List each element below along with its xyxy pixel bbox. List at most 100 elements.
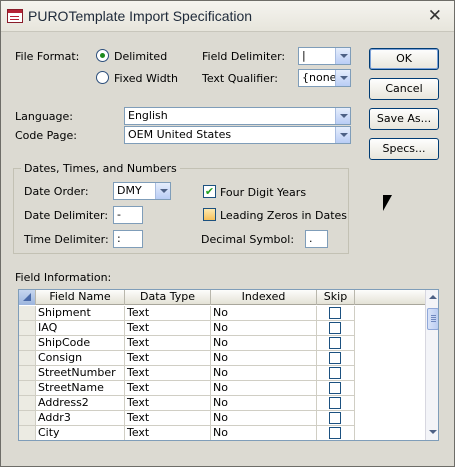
decimal-symbol-input[interactable]: . bbox=[305, 230, 328, 248]
skip-checkbox[interactable] bbox=[329, 367, 341, 379]
indexed-cell[interactable]: No bbox=[211, 306, 317, 321]
field-delimiter-label: Field Delimiter: bbox=[202, 50, 286, 63]
column-header-data-type[interactable]: Data Type bbox=[125, 290, 211, 305]
row-selector[interactable] bbox=[19, 411, 36, 426]
specs-button[interactable]: Specs... bbox=[369, 138, 439, 160]
close-icon[interactable]: ✕ bbox=[428, 6, 442, 26]
indexed-cell[interactable]: No bbox=[211, 396, 317, 411]
language-value: English bbox=[128, 109, 168, 122]
code-page-combo[interactable]: OEM United States bbox=[124, 126, 351, 144]
four-digit-years-checkbox[interactable]: ✔ bbox=[203, 185, 216, 198]
field-information-grid[interactable]: Field Name Data Type Indexed Skip Shipme… bbox=[18, 289, 439, 441]
field-delimiter-value: | bbox=[302, 49, 306, 62]
indexed-cell[interactable]: No bbox=[211, 381, 317, 396]
indexed-cell[interactable]: No bbox=[211, 336, 317, 351]
data-type-cell[interactable]: Text bbox=[125, 396, 211, 411]
text-qualifier-combo[interactable]: {none} bbox=[298, 69, 351, 87]
skip-checkbox[interactable] bbox=[329, 382, 341, 394]
skip-checkbox[interactable] bbox=[329, 352, 341, 364]
field-name-cell[interactable]: ShipCode bbox=[36, 336, 125, 351]
table-row[interactable]: IAQ Text No bbox=[19, 321, 425, 336]
table-row[interactable]: StreetName Text No bbox=[19, 381, 425, 396]
field-name-cell[interactable]: Shipment bbox=[36, 306, 125, 321]
indexed-cell[interactable]: No bbox=[211, 426, 317, 440]
field-name-cell[interactable]: Addr3 bbox=[36, 411, 125, 426]
field-delimiter-combo[interactable]: | bbox=[298, 47, 351, 65]
data-type-cell[interactable]: Text bbox=[125, 306, 211, 321]
grid-header: Field Name Data Type Indexed Skip bbox=[19, 290, 425, 305]
save-as-button[interactable]: Save As... bbox=[369, 108, 439, 130]
indexed-cell[interactable]: No bbox=[211, 411, 317, 426]
field-name-cell[interactable]: Address2 bbox=[36, 396, 125, 411]
data-type-cell[interactable]: Text bbox=[125, 321, 211, 336]
column-header-skip[interactable]: Skip bbox=[317, 290, 355, 305]
title-bar[interactable]: PUROTemplate Import Specification ✕ bbox=[1, 1, 454, 32]
row-selector[interactable] bbox=[19, 396, 36, 411]
table-row[interactable]: Consign Text No bbox=[19, 351, 425, 366]
four-digit-years-label[interactable]: Four Digit Years bbox=[220, 186, 306, 199]
date-order-combo[interactable]: DMY bbox=[113, 182, 171, 200]
column-header-field-name[interactable]: Field Name bbox=[36, 290, 125, 305]
indexed-cell[interactable]: No bbox=[211, 366, 317, 381]
date-delimiter-input[interactable]: - bbox=[113, 206, 143, 224]
file-format-label: File Format: bbox=[15, 50, 80, 63]
vertical-scrollbar[interactable] bbox=[425, 290, 438, 440]
data-type-cell[interactable]: Text bbox=[125, 351, 211, 366]
chevron-down-icon[interactable] bbox=[335, 108, 350, 124]
data-type-cell[interactable]: Text bbox=[125, 336, 211, 351]
delimited-label[interactable]: Delimited bbox=[114, 50, 167, 63]
row-selector[interactable] bbox=[19, 381, 36, 396]
decimal-symbol-label: Decimal Symbol: bbox=[201, 233, 295, 246]
time-delimiter-input[interactable]: : bbox=[113, 230, 143, 248]
cancel-button[interactable]: Cancel bbox=[369, 78, 439, 100]
row-selector[interactable] bbox=[19, 336, 36, 351]
field-name-cell[interactable]: StreetName bbox=[36, 381, 125, 396]
indexed-cell[interactable]: No bbox=[211, 351, 317, 366]
row-selector[interactable] bbox=[19, 351, 36, 366]
table-row[interactable]: Address2 Text No bbox=[19, 396, 425, 411]
skip-checkbox[interactable] bbox=[329, 322, 341, 334]
chevron-down-icon[interactable] bbox=[335, 70, 350, 86]
table-row[interactable]: Shipment Text No bbox=[19, 306, 425, 321]
chevron-down-icon[interactable] bbox=[155, 183, 170, 199]
scroll-thumb[interactable] bbox=[427, 308, 438, 330]
fixed-width-label[interactable]: Fixed Width bbox=[114, 72, 178, 85]
chevron-down-icon[interactable] bbox=[335, 127, 350, 143]
indexed-cell[interactable]: No bbox=[211, 321, 317, 336]
field-name-cell[interactable]: Consign bbox=[36, 351, 125, 366]
language-combo[interactable]: English bbox=[124, 107, 351, 125]
row-selector[interactable] bbox=[19, 306, 36, 321]
table-row[interactable]: Addr3 Text No bbox=[19, 411, 425, 426]
skip-checkbox[interactable] bbox=[329, 307, 341, 319]
skip-checkbox[interactable] bbox=[329, 412, 341, 424]
scroll-down-icon[interactable] bbox=[426, 424, 438, 440]
select-all-icon[interactable] bbox=[19, 290, 36, 305]
table-row[interactable]: City Text No bbox=[19, 426, 425, 440]
code-page-value: OEM United States bbox=[128, 128, 232, 141]
field-name-cell[interactable]: IAQ bbox=[36, 321, 125, 336]
ok-button[interactable]: OK bbox=[369, 48, 439, 70]
field-name-cell[interactable]: City bbox=[36, 426, 125, 440]
row-selector[interactable] bbox=[19, 366, 36, 381]
data-type-cell[interactable]: Text bbox=[125, 381, 211, 396]
field-name-cell[interactable]: StreetNumber bbox=[36, 366, 125, 381]
row-selector[interactable] bbox=[19, 321, 36, 336]
table-row[interactable]: StreetNumber Text No bbox=[19, 366, 425, 381]
row-selector[interactable] bbox=[19, 426, 36, 440]
data-type-cell[interactable]: Text bbox=[125, 411, 211, 426]
fixed-width-radio[interactable] bbox=[96, 71, 109, 84]
skip-checkbox[interactable] bbox=[329, 337, 341, 349]
column-header-indexed[interactable]: Indexed bbox=[211, 290, 317, 305]
data-type-cell[interactable]: Text bbox=[125, 366, 211, 381]
table-row[interactable]: ShipCode Text No bbox=[19, 336, 425, 351]
skip-checkbox[interactable] bbox=[329, 397, 341, 409]
date-delimiter-label: Date Delimiter: bbox=[24, 209, 109, 222]
leading-zeros-checkbox[interactable] bbox=[203, 208, 216, 221]
delimited-radio[interactable] bbox=[96, 49, 109, 62]
scroll-up-icon[interactable] bbox=[426, 290, 438, 306]
access-table-icon bbox=[7, 9, 23, 23]
chevron-down-icon[interactable] bbox=[335, 48, 350, 64]
leading-zeros-label[interactable]: Leading Zeros in Dates bbox=[220, 209, 347, 222]
skip-checkbox[interactable] bbox=[329, 427, 341, 439]
data-type-cell[interactable]: Text bbox=[125, 426, 211, 440]
